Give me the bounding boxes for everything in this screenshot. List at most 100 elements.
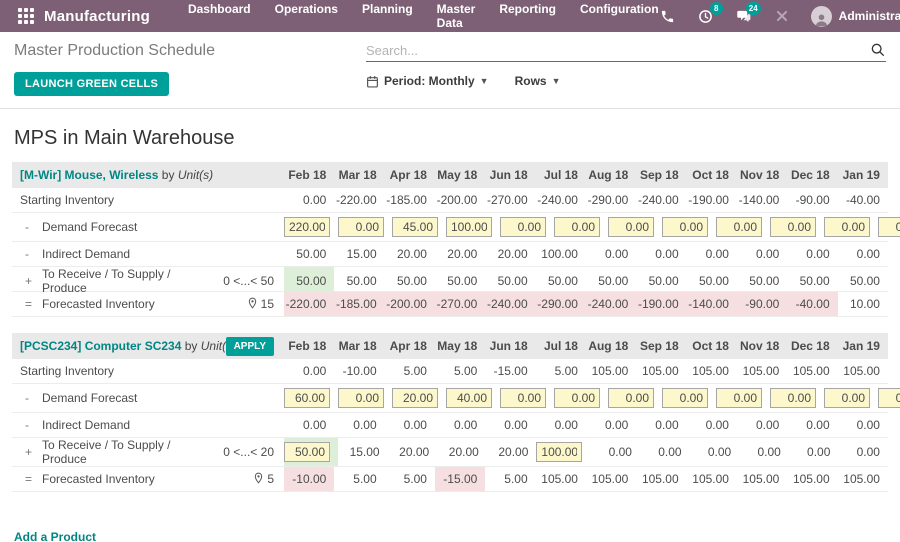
- column-header: Feb 18: [288, 339, 327, 353]
- column-header: Jun 18: [489, 168, 528, 182]
- forecast-cell-input[interactable]: [662, 388, 708, 408]
- table-cell: 0.00: [453, 418, 478, 432]
- uom-label: Unit(s): [177, 168, 214, 182]
- table-cell: [338, 213, 392, 241]
- rows-dropdown[interactable]: Rows ▼: [515, 74, 561, 88]
- menu-item-operations[interactable]: Operations: [275, 2, 338, 30]
- forecast-cell-input[interactable]: [824, 217, 870, 237]
- messages-badge: 24: [745, 2, 761, 15]
- row-note: 0 <...< 50: [223, 274, 274, 288]
- table-cell: 0.00: [302, 418, 327, 432]
- forecast-cell-input[interactable]: [662, 217, 708, 237]
- forecast-cell-input[interactable]: [284, 442, 330, 462]
- product-header-row: [PCSC234] Computer SC234 by Unit(s) APPLY…: [12, 333, 888, 359]
- table-cell: -240.00: [637, 193, 679, 207]
- menu-item-reporting[interactable]: Reporting: [499, 2, 556, 30]
- row-sign: =: [25, 472, 33, 486]
- table-cell: 20.00: [498, 445, 529, 459]
- table-cell: 0.00: [856, 247, 880, 261]
- forecast-cell-input[interactable]: [878, 217, 900, 237]
- forecast-cell-input[interactable]: [824, 388, 870, 408]
- table-cell: 5.00: [453, 364, 478, 378]
- forecast-cell-input[interactable]: [770, 388, 816, 408]
- table-cell: 105.00: [641, 472, 679, 486]
- forecast-cell-input[interactable]: [284, 217, 330, 237]
- product-name-link[interactable]: [PCSC234] Computer SC234: [20, 339, 181, 353]
- table-row: = Forecasted Inventory 5 -10.00 5.00 5.00 -15.…: [12, 467, 888, 492]
- support-tools-icon[interactable]: [773, 7, 791, 25]
- forecast-cell-input[interactable]: [878, 388, 900, 408]
- forecast-cell-input[interactable]: [770, 217, 816, 237]
- table-cell: 0.00: [353, 418, 377, 432]
- messages-icon[interactable]: 24: [735, 2, 761, 25]
- forecast-cell-input[interactable]: [392, 388, 438, 408]
- table-cell: 0.00: [302, 193, 327, 207]
- menu-item-planning[interactable]: Planning: [362, 2, 413, 30]
- add-product-link[interactable]: Add a Product: [14, 530, 96, 542]
- table-cell: 5.00: [554, 364, 578, 378]
- table-cell: 105.00: [843, 472, 880, 486]
- table-cell: [554, 213, 608, 241]
- menu-item-configuration[interactable]: Configuration: [580, 2, 659, 30]
- forecast-cell-input[interactable]: [446, 217, 492, 237]
- forecast-cell-input[interactable]: [446, 388, 492, 408]
- table-cell: 0.00: [604, 418, 629, 432]
- table-cell: 105.00: [641, 364, 679, 378]
- forecast-cell-input[interactable]: [500, 217, 546, 237]
- table-cell: [662, 213, 716, 241]
- column-header: Sep 18: [639, 168, 679, 182]
- activity-clock-icon[interactable]: 8: [697, 2, 723, 25]
- period-dropdown[interactable]: Period: Monthly ▼: [366, 74, 489, 88]
- user-menu[interactable]: Administrator: [810, 5, 900, 27]
- table-cell: [662, 384, 716, 412]
- table-cell: 0.00: [757, 445, 781, 459]
- table-cell: 105.00: [591, 364, 629, 378]
- app-name[interactable]: Manufacturing: [44, 8, 150, 25]
- row-sign: +: [25, 445, 33, 459]
- forecast-cell-input[interactable]: [392, 217, 438, 237]
- row-label: = Forecasted Inventory: [12, 292, 218, 316]
- column-header: Aug 18: [588, 168, 629, 182]
- forecast-cell-input[interactable]: [716, 388, 762, 408]
- column-header: Apr 18: [389, 339, 427, 353]
- table-cell: -190.00: [636, 292, 687, 316]
- forecast-cell-input[interactable]: [338, 217, 384, 237]
- table-cell: -140.00: [686, 292, 737, 316]
- search-bar: [366, 42, 886, 62]
- forecast-cell-input[interactable]: [554, 217, 600, 237]
- table-cell: 0.00: [705, 418, 729, 432]
- table-cell: -200.00: [436, 193, 478, 207]
- table-cell: [824, 384, 878, 412]
- apply-button[interactable]: APPLY: [225, 336, 274, 356]
- search-input[interactable]: [366, 42, 870, 58]
- table-cell: -240.00: [537, 193, 578, 207]
- table-cell: 50.00: [849, 274, 880, 288]
- forecast-cell-input[interactable]: [536, 442, 583, 462]
- forecast-cell-input[interactable]: [500, 388, 546, 408]
- forecast-cell-input[interactable]: [608, 217, 654, 237]
- forecast-cell-input[interactable]: [716, 217, 762, 237]
- launch-green-cells-button[interactable]: LAUNCH GREEN CELLS: [14, 72, 170, 96]
- forecast-cell-input[interactable]: [338, 388, 384, 408]
- column-header: Aug 18: [588, 339, 629, 353]
- phone-icon[interactable]: [659, 7, 677, 25]
- product-name-link[interactable]: [M-Wir] Mouse, Wireless: [20, 168, 158, 182]
- product-label: [M-Wir] Mouse, Wireless by Unit(s): [12, 168, 218, 182]
- table-cell: -220.00: [284, 292, 335, 316]
- forecast-cell-input[interactable]: [554, 388, 600, 408]
- table-cell: [716, 384, 770, 412]
- top-navbar: Manufacturing Dashboard Operations Plannin…: [0, 0, 900, 32]
- forecast-cell-input[interactable]: [284, 388, 330, 408]
- search-icon[interactable]: [870, 42, 886, 58]
- table-cell: -240.00: [585, 292, 637, 316]
- main-menu: Dashboard Operations Planning Master Data Re…: [188, 2, 659, 30]
- column-header: Jun 18: [489, 339, 528, 353]
- rows-label: Rows: [514, 74, 547, 88]
- menu-item-master-data[interactable]: Master Data: [437, 2, 476, 30]
- column-header: Feb 18: [288, 168, 327, 182]
- table-row: - Demand Forecast: [12, 213, 900, 242]
- apps-menu-icon[interactable]: [18, 8, 34, 24]
- forecast-cell-input[interactable]: [608, 388, 654, 408]
- table-cell: 5.00: [353, 472, 377, 486]
- menu-item-dashboard[interactable]: Dashboard: [188, 2, 251, 30]
